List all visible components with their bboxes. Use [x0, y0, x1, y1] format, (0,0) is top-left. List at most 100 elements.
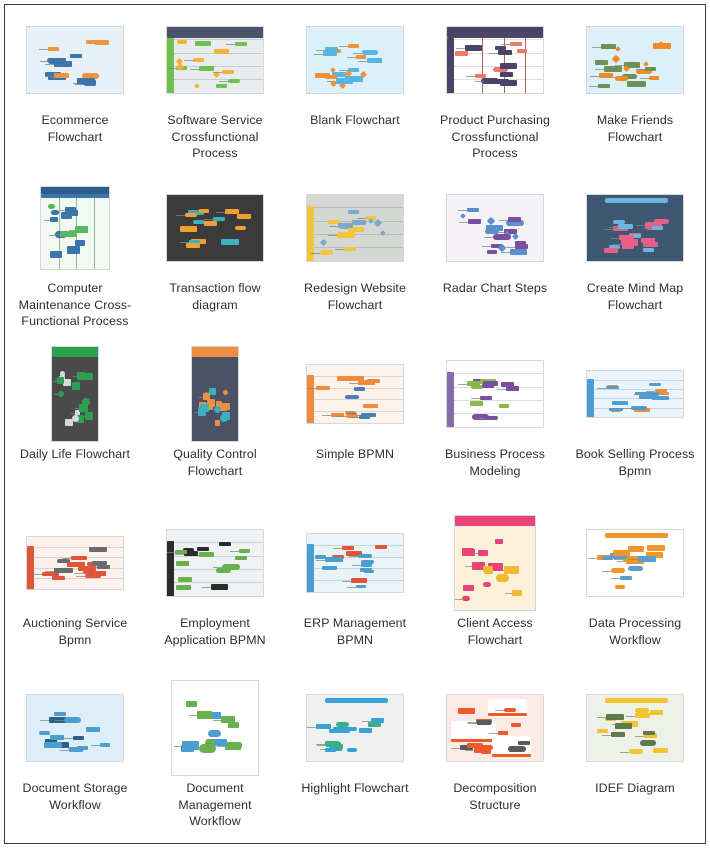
- template-thumbnail[interactable]: [306, 364, 404, 424]
- template-thumbnail-wrap: [285, 687, 425, 769]
- template-thumbnail-wrap: [145, 522, 285, 604]
- template-card[interactable]: Create Mind Map Flowchart: [565, 173, 705, 339]
- template-title: Auctioning Service Bpmn: [22, 616, 128, 647]
- template-thumbnail[interactable]: [171, 680, 259, 776]
- template-thumbnail[interactable]: [586, 370, 684, 418]
- template-card[interactable]: Quality Control Flowchart: [145, 339, 285, 508]
- template-card[interactable]: Ecommerce Flowchart: [5, 5, 145, 173]
- template-title: Ecommerce Flowchart: [41, 113, 109, 144]
- template-card[interactable]: Make Friends Flowchart: [565, 5, 705, 173]
- template-thumbnail-wrap: [285, 522, 425, 604]
- template-thumbnail[interactable]: [40, 186, 110, 270]
- diagram-preview-icon: [167, 27, 263, 93]
- template-thumbnail[interactable]: [166, 529, 264, 597]
- template-card[interactable]: Highlight Flowchart: [285, 673, 425, 843]
- template-card[interactable]: IDEF Diagram: [565, 673, 705, 843]
- diagram-preview-icon: [307, 695, 403, 761]
- template-title: Decomposition Structure: [453, 781, 537, 812]
- template-thumbnail-wrap: [5, 346, 145, 442]
- template-card[interactable]: Product Purchasing Crossfunctional Proce…: [425, 5, 565, 173]
- template-thumbnail[interactable]: [166, 194, 264, 262]
- template-thumbnail[interactable]: [586, 26, 684, 94]
- template-thumbnail[interactable]: [26, 26, 124, 94]
- template-thumbnail[interactable]: [446, 694, 544, 762]
- diagram-preview-icon: [587, 27, 683, 93]
- gallery-frame: Ecommerce Flowchart Software Service Cros…: [4, 4, 706, 844]
- template-card[interactable]: Business Process Modeling: [425, 339, 565, 508]
- template-card[interactable]: Auctioning Service Bpmn: [5, 508, 145, 673]
- diagram-preview-icon: [307, 195, 403, 261]
- template-thumbnail[interactable]: [454, 515, 536, 611]
- template-title: Software Service Crossfunctional Process: [167, 113, 263, 160]
- template-thumbnail[interactable]: [191, 346, 239, 442]
- template-thumbnail[interactable]: [51, 346, 99, 442]
- template-card[interactable]: Simple BPMN: [285, 339, 425, 508]
- template-thumbnail-wrap: [425, 353, 565, 435]
- template-thumbnail-wrap: [425, 515, 565, 611]
- template-card[interactable]: ERP Management BPMN: [285, 508, 425, 673]
- template-title: Simple BPMN: [315, 447, 395, 461]
- template-thumbnail[interactable]: [446, 194, 544, 262]
- template-title: Redesign Website Flowchart: [304, 281, 406, 312]
- diagram-preview-icon: [52, 347, 98, 441]
- template-thumbnail-wrap: [565, 353, 705, 435]
- template-thumbnail-wrap: [565, 187, 705, 269]
- template-card[interactable]: Radar Chart Steps: [425, 173, 565, 339]
- template-title: Create Mind Map Flowchart: [586, 281, 684, 312]
- diagram-preview-icon: [172, 681, 258, 775]
- template-card[interactable]: Transaction flow diagram: [145, 173, 285, 339]
- template-thumbnail-wrap: [425, 187, 565, 269]
- diagram-preview-icon: [587, 530, 683, 596]
- template-thumbnail-wrap: [565, 687, 705, 769]
- diagram-preview-icon: [192, 347, 238, 441]
- template-thumbnail-wrap: [145, 19, 285, 101]
- template-thumbnail-wrap: [145, 680, 285, 776]
- diagram-preview-icon: [307, 27, 403, 93]
- template-card[interactable]: Client Access Flowchart: [425, 508, 565, 673]
- diagram-preview-icon: [307, 365, 403, 423]
- template-title: Radar Chart Steps: [442, 281, 548, 295]
- template-title: Product Purchasing Crossfunctional Proce…: [440, 113, 550, 160]
- template-thumbnail[interactable]: [306, 26, 404, 94]
- template-thumbnail[interactable]: [586, 694, 684, 762]
- template-card[interactable]: Book Selling Process Bpmn: [565, 339, 705, 508]
- template-thumbnail[interactable]: [166, 26, 264, 94]
- template-thumbnail[interactable]: [306, 194, 404, 262]
- template-card[interactable]: Computer Maintenance Cross-Functional Pr…: [5, 173, 145, 339]
- template-title: Document Storage Workflow: [22, 781, 128, 812]
- template-card[interactable]: Blank Flowchart: [285, 5, 425, 173]
- diagram-preview-icon: [587, 195, 683, 261]
- template-thumbnail[interactable]: [446, 26, 544, 94]
- template-thumbnail[interactable]: [306, 533, 404, 593]
- template-title: Quality Control Flowchart: [173, 447, 257, 478]
- template-card[interactable]: Redesign Website Flowchart: [285, 173, 425, 339]
- template-thumbnail[interactable]: [446, 360, 544, 428]
- diagram-preview-icon: [307, 534, 403, 592]
- template-card[interactable]: Decomposition Structure: [425, 673, 565, 843]
- template-card[interactable]: Document Storage Workflow: [5, 673, 145, 843]
- template-card[interactable]: Employment Application BPMN: [145, 508, 285, 673]
- diagram-preview-icon: [447, 27, 543, 93]
- template-card[interactable]: Daily Life Flowchart: [5, 339, 145, 508]
- diagram-preview-icon: [447, 195, 543, 261]
- diagram-preview-icon: [27, 537, 123, 589]
- template-thumbnail[interactable]: [26, 694, 124, 762]
- template-title: Data Processing Workflow: [588, 616, 682, 647]
- template-thumbnail-wrap: [145, 346, 285, 442]
- template-thumbnail-wrap: [565, 19, 705, 101]
- template-thumbnail[interactable]: [306, 694, 404, 762]
- template-card[interactable]: Software Service Crossfunctional Process: [145, 5, 285, 173]
- diagram-preview-icon: [455, 516, 535, 610]
- template-thumbnail[interactable]: [26, 536, 124, 590]
- template-thumbnail-wrap: [285, 187, 425, 269]
- template-title: Business Process Modeling: [444, 447, 546, 478]
- diagram-preview-icon: [587, 371, 683, 417]
- template-thumbnail[interactable]: [586, 529, 684, 597]
- template-card[interactable]: Document Management Workflow: [145, 673, 285, 843]
- diagram-preview-icon: [447, 361, 543, 427]
- template-thumbnail[interactable]: [586, 194, 684, 262]
- template-title: IDEF Diagram: [595, 781, 675, 795]
- template-card[interactable]: Data Processing Workflow: [565, 508, 705, 673]
- template-title: Blank Flowchart: [310, 113, 400, 127]
- template-title: Make Friends Flowchart: [596, 113, 674, 144]
